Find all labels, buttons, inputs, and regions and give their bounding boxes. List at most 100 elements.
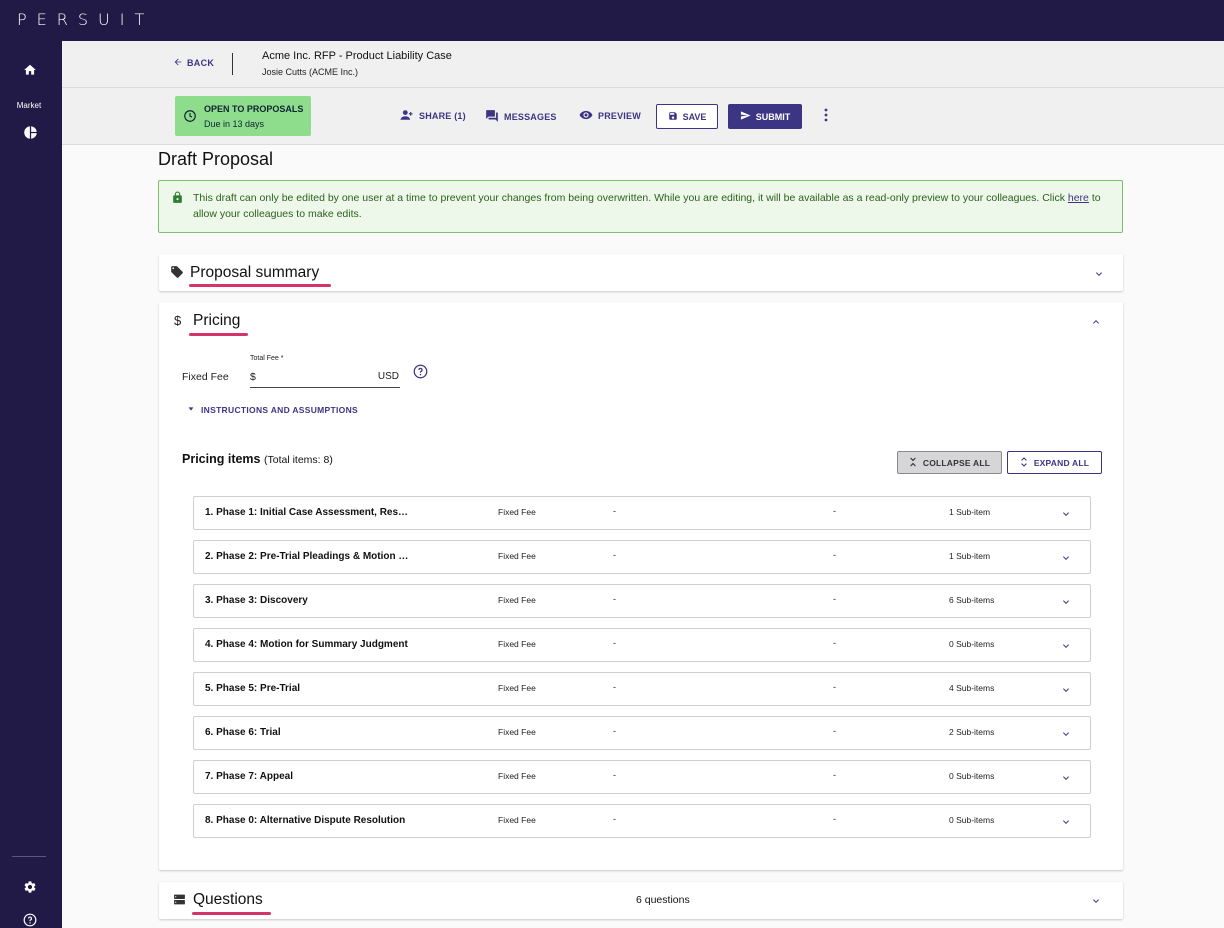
- pricing-item-name: 5. Phase 5: Pre-Trial: [205, 683, 301, 694]
- expand-icon: [1020, 456, 1028, 469]
- pricing-item-name: 4. Phase 4: Motion for Summary Judgment: [205, 639, 408, 650]
- question-circle-icon[interactable]: [413, 364, 428, 384]
- pricing-item-row[interactable]: 2. Phase 2: Pre-Trial Pleadings & Motion…: [193, 540, 1091, 574]
- pricing-item-type: Fixed Fee: [498, 727, 536, 737]
- pricing-item-value-2: -: [833, 814, 836, 824]
- pricing-item-row[interactable]: 5. Phase 5: Pre-Trial Fixed Fee - - 4 Su…: [193, 672, 1091, 706]
- floppy-disk-icon: [668, 111, 678, 123]
- pricing-item-subitems: 4 Sub-items: [949, 683, 995, 693]
- pricing-item-name: 6. Phase 6: Trial: [205, 727, 281, 738]
- persuit-logo[interactable]: PERSUIT: [17, 10, 154, 29]
- pricing-item-value-2: -: [833, 550, 836, 560]
- gear-icon[interactable]: [19, 876, 41, 898]
- questions-list-icon: [173, 893, 186, 911]
- pricing-item-name: 1. Phase 1: Initial Case Assessment, Res…: [205, 507, 409, 518]
- rfp-title: Acme Inc. RFP - Product Liability Case: [262, 50, 452, 62]
- pricing-item-type: Fixed Fee: [498, 683, 536, 693]
- pricing-items-count: (Total items: 8): [263, 454, 333, 466]
- arrow-left-icon: [173, 57, 183, 69]
- more-options-icon[interactable]: [824, 108, 828, 127]
- notice-text: This draft can only be edited by one use…: [193, 192, 1065, 204]
- section-title-underline: [192, 912, 271, 915]
- lock-icon: [172, 191, 183, 209]
- pricing-item-name: 7. Phase 7: Appeal: [205, 771, 293, 782]
- instructions-toggle[interactable]: INSTRUCTIONS AND ASSUMPTIONS: [187, 405, 358, 415]
- pricing-item-value-1: -: [613, 770, 616, 780]
- header-title-bar: BACK Acme Inc. RFP - Product Liability C…: [62, 41, 1224, 88]
- pricing-item-value-1: -: [613, 594, 616, 604]
- pricing-item-row[interactable]: 8. Phase 0: Alternative Dispute Resoluti…: [193, 804, 1091, 838]
- chevron-down-icon[interactable]: [1090, 894, 1102, 912]
- chevron-down-icon[interactable]: [1060, 727, 1072, 745]
- submit-button[interactable]: SUBMIT: [728, 104, 802, 129]
- total-fee-label: Total Fee *: [250, 355, 284, 362]
- total-fee-input[interactable]: $ USD: [250, 368, 400, 388]
- chevron-down-icon[interactable]: [1060, 595, 1072, 613]
- pricing-item-value-2: -: [833, 770, 836, 780]
- chevron-down-icon[interactable]: [1060, 683, 1072, 701]
- pricing-item-value-2: -: [833, 506, 836, 516]
- pricing-item-row[interactable]: 7. Phase 7: Appeal Fixed Fee - - 0 Sub-i…: [193, 760, 1091, 794]
- chevron-down-icon[interactable]: [1060, 639, 1072, 657]
- status-due: Due in 13 days: [204, 119, 265, 129]
- notice-here-link[interactable]: here: [1068, 192, 1089, 204]
- pricing-item-value-1: -: [613, 682, 616, 692]
- sidebar-divider: [12, 856, 46, 857]
- fee-type-label: Fixed Fee: [182, 371, 229, 383]
- chevron-down-icon[interactable]: [1060, 771, 1072, 789]
- home-icon[interactable]: [19, 59, 41, 81]
- pricing-item-value-1: -: [613, 638, 616, 648]
- chevron-up-icon[interactable]: [1090, 315, 1102, 333]
- pricing-item-row[interactable]: 6. Phase 6: Trial Fixed Fee - - 2 Sub-it…: [193, 716, 1091, 750]
- preview-button[interactable]: PREVIEW: [579, 109, 641, 123]
- pricing-item-subitems: 6 Sub-items: [949, 595, 995, 605]
- questions-title: Questions: [193, 891, 263, 908]
- save-button[interactable]: SAVE: [656, 104, 718, 129]
- pricing-item-subitems: 0 Sub-items: [949, 815, 995, 825]
- sidebar: Market: [0, 41, 62, 928]
- messages-button[interactable]: MESSAGES: [485, 109, 557, 125]
- pricing-item-value-1: -: [613, 814, 616, 824]
- pricing-item-name: 3. Phase 3: Discovery: [205, 595, 308, 606]
- pricing-item-row[interactable]: 1. Phase 1: Initial Case Assessment, Res…: [193, 496, 1091, 530]
- pricing-item-type: Fixed Fee: [498, 639, 536, 649]
- share-button[interactable]: SHARE (1): [399, 109, 466, 123]
- collapse-icon: [909, 457, 917, 469]
- pricing-item-value-1: -: [613, 726, 616, 736]
- back-label: BACK: [187, 58, 215, 68]
- chevron-down-icon[interactable]: [1060, 507, 1072, 525]
- chevron-down-icon[interactable]: [1060, 551, 1072, 569]
- collapse-all-button[interactable]: COLLAPSE ALL: [897, 451, 1002, 474]
- instructions-label: INSTRUCTIONS AND ASSUMPTIONS: [201, 405, 358, 415]
- questions-count: 6 questions: [636, 894, 690, 906]
- sidebar-item-market-label[interactable]: Market: [0, 101, 58, 110]
- share-label: SHARE (1): [419, 111, 466, 121]
- pricing-item-type: Fixed Fee: [498, 507, 536, 517]
- pricing-item-type: Fixed Fee: [498, 595, 536, 605]
- eye-icon: [579, 109, 593, 123]
- pricing-title: Pricing: [193, 312, 241, 329]
- status-badge: OPEN TO PROPOSALS Due in 13 days: [175, 96, 311, 136]
- add-person-icon: [399, 109, 414, 123]
- expand-all-button[interactable]: EXPAND ALL: [1007, 451, 1102, 474]
- chevron-down-icon[interactable]: [1093, 267, 1105, 285]
- help-icon[interactable]: [19, 909, 41, 928]
- pricing-items-title: Pricing items (Total items: 8): [182, 452, 333, 466]
- pricing-item-name: 8. Phase 0: Alternative Dispute Resoluti…: [205, 815, 406, 826]
- pricing-item-value-1: -: [613, 550, 616, 560]
- back-button[interactable]: BACK: [173, 57, 214, 69]
- page-title: Draft Proposal: [158, 149, 274, 169]
- collapse-all-label: COLLAPSE ALL: [922, 457, 991, 468]
- pricing-item-subitems: 1 Sub-item: [949, 507, 991, 517]
- section-title-underline: [189, 284, 331, 287]
- proposal-header: BACK Acme Inc. RFP - Product Liability C…: [62, 41, 1224, 145]
- pricing-item-value-2: -: [833, 594, 836, 604]
- pricing-items-label: Pricing items: [182, 452, 261, 466]
- tag-icon: [170, 265, 184, 284]
- pricing-item-row[interactable]: 3. Phase 3: Discovery Fixed Fee - - 6 Su…: [193, 584, 1091, 618]
- pricing-item-subitems: 0 Sub-items: [949, 771, 995, 781]
- currency-symbol: $: [250, 371, 256, 383]
- chevron-down-icon[interactable]: [1060, 815, 1072, 833]
- pie-chart-icon[interactable]: [19, 121, 41, 143]
- pricing-item-row[interactable]: 4. Phase 4: Motion for Summary Judgment …: [193, 628, 1091, 662]
